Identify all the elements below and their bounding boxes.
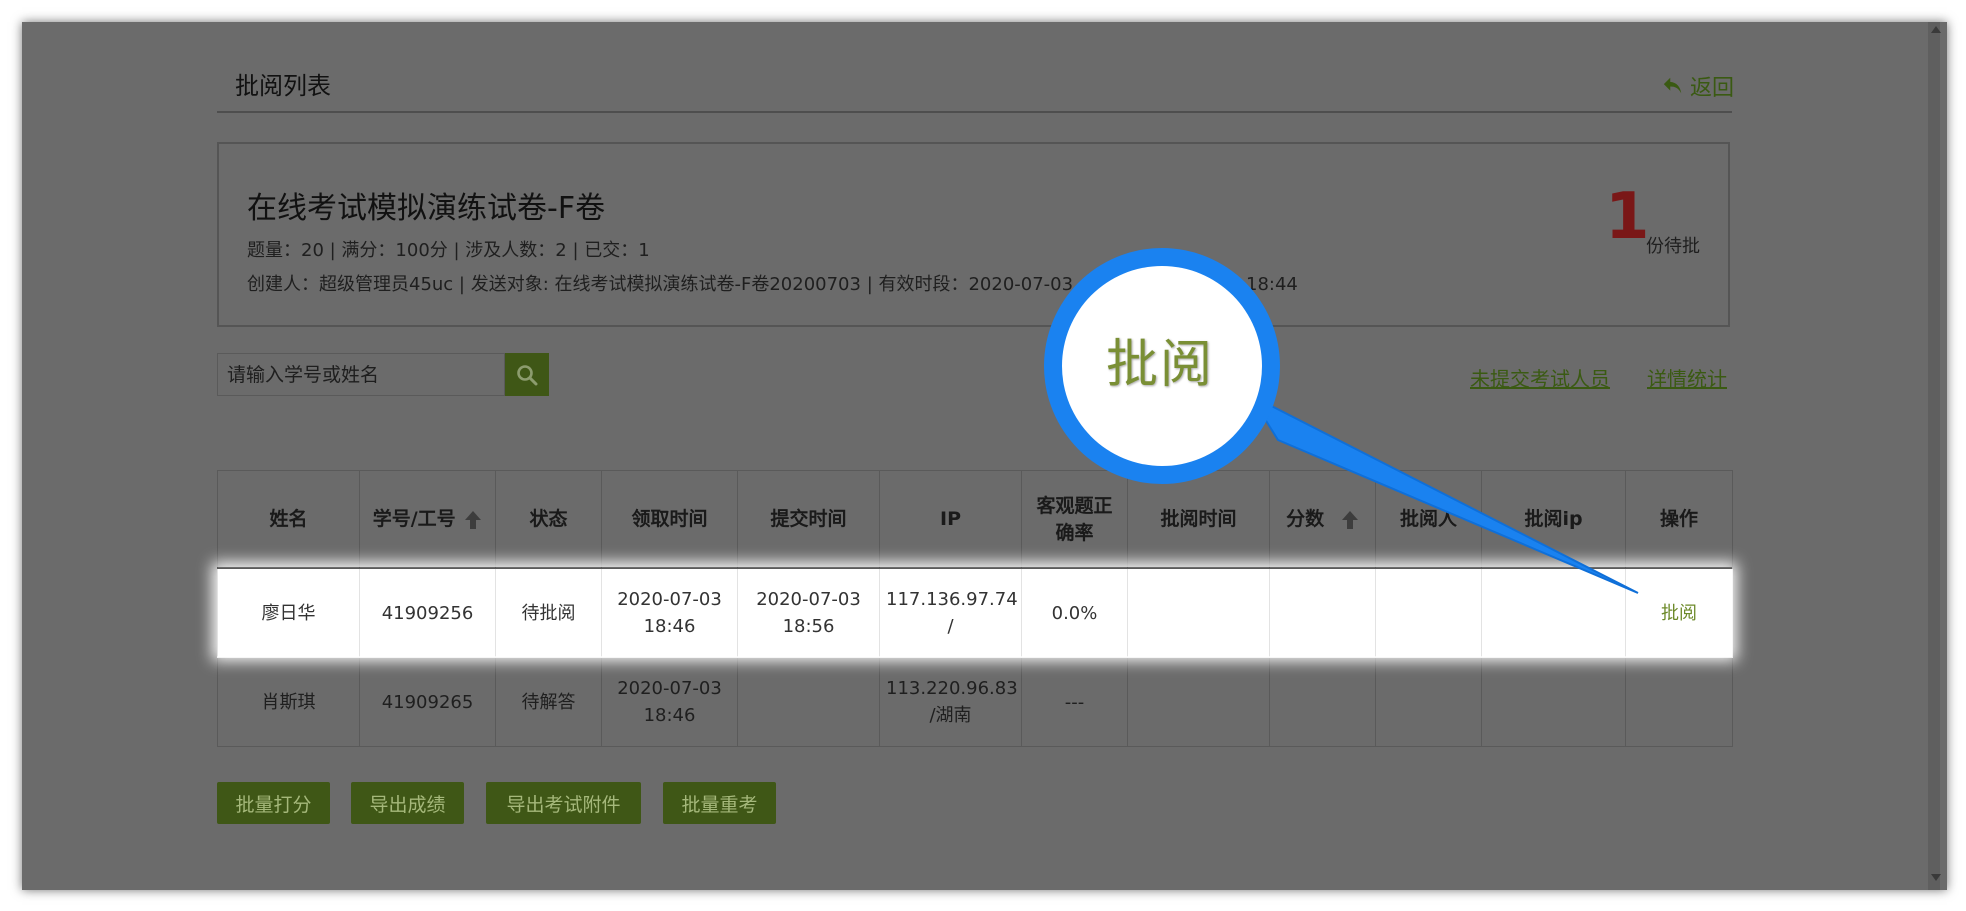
callout-text: 批阅 <box>1105 335 1214 395</box>
callout-magnifier <box>1044 248 1639 594</box>
callout-pointer <box>1247 392 1639 594</box>
